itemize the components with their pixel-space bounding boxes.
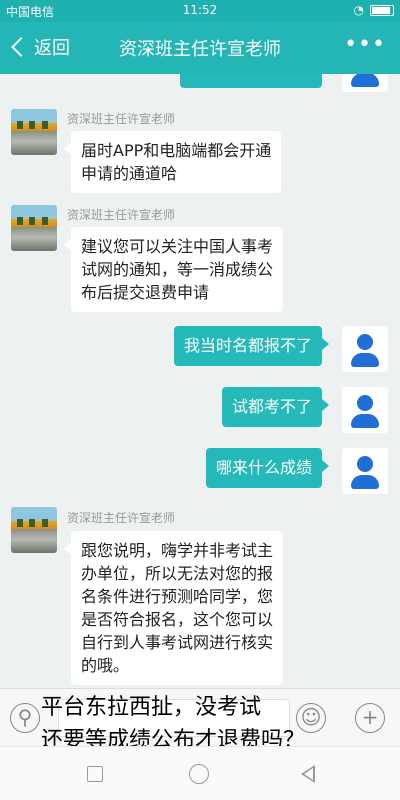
message-line: 布后提交退费申请 <box>81 283 210 302</box>
teacher-avatar[interactable] <box>11 109 57 155</box>
sender-name: 资深班主任许宣老师 <box>67 112 176 126</box>
home-icon[interactable] <box>189 764 209 784</box>
chat-title: 资深班主任许宣老师 <box>119 39 281 60</box>
back-triangle-icon[interactable] <box>301 765 315 783</box>
more-options-button[interactable]: ••• <box>344 32 386 57</box>
message-bubble[interactable]: 试都考不了 <box>221 387 330 427</box>
status-icons: ◔ <box>354 3 394 17</box>
message-bubble[interactable]: 届时APP和电脑端都会开通 申请的通道哈 <box>63 131 282 193</box>
teacher-avatar[interactable] <box>11 205 57 251</box>
message-line: 自行到人事考试网进行核实 <box>81 633 274 652</box>
user-avatar[interactable] <box>342 448 388 494</box>
message-line: 办单位，所以无法对您的报 <box>81 564 274 583</box>
status-bar: 中国电信 11:52 ◔ <box>0 0 400 22</box>
nav-bar: 返回 资深班主任许宣老师 ••• <box>0 22 400 74</box>
teacher-avatar[interactable] <box>11 507 57 553</box>
message-bubble[interactable]: 哪来什么成绩 <box>205 448 330 488</box>
message-line: 申请的通道哈 <box>81 164 178 183</box>
wifi-icon: ◔ <box>353 3 364 17</box>
message-line: 试网的通知，等一消成绩公 <box>81 260 274 279</box>
message-line: 的哦。 <box>81 656 130 675</box>
sender-name: 资深班主任许宣老师 <box>67 208 176 222</box>
user-avatar[interactable] <box>342 387 388 433</box>
clock: 11:52 <box>182 3 218 17</box>
caption-line: 平台东拉西扯，没考试 <box>41 695 262 720</box>
chat-area[interactable]: 资深班主任许宣老师 届时APP和电脑端都会开通 申请的通道哈 资深班主任许宣老师… <box>0 74 400 688</box>
voice-icon[interactable]: ⚲ <box>10 703 40 733</box>
plus-icon[interactable]: + <box>355 703 385 733</box>
message-line: 名条件进行预测哈同学，您 <box>81 587 274 606</box>
user-avatar <box>342 74 388 92</box>
battery-icon <box>370 4 394 16</box>
user-avatar[interactable] <box>342 326 388 372</box>
message-bubble[interactable]: 跟您说明，嗨学并非考试主 办单位，所以无法对您的报 名条件进行预测哈同学，您 是… <box>63 531 284 685</box>
recent-apps-icon[interactable] <box>87 766 103 782</box>
message-bubble[interactable]: 建议您可以关注中国人事考 试网的通知，等一消成绩公 布后提交退费申请 <box>63 227 284 312</box>
message-line: 届时APP和电脑端都会开通 <box>81 141 272 160</box>
sender-name: 资深班主任许宣老师 <box>67 511 176 525</box>
message-bubble-partial <box>180 74 322 88</box>
message-line: 建议您可以关注中国人事考 <box>81 237 274 256</box>
message-bubble[interactable]: 我当时名都报不了 <box>173 326 330 366</box>
system-nav-bar <box>0 746 400 800</box>
message-line: 跟您说明，嗨学并非考试主 <box>81 541 274 560</box>
message-line: 是否符合报名，这个您可以 <box>81 610 274 629</box>
